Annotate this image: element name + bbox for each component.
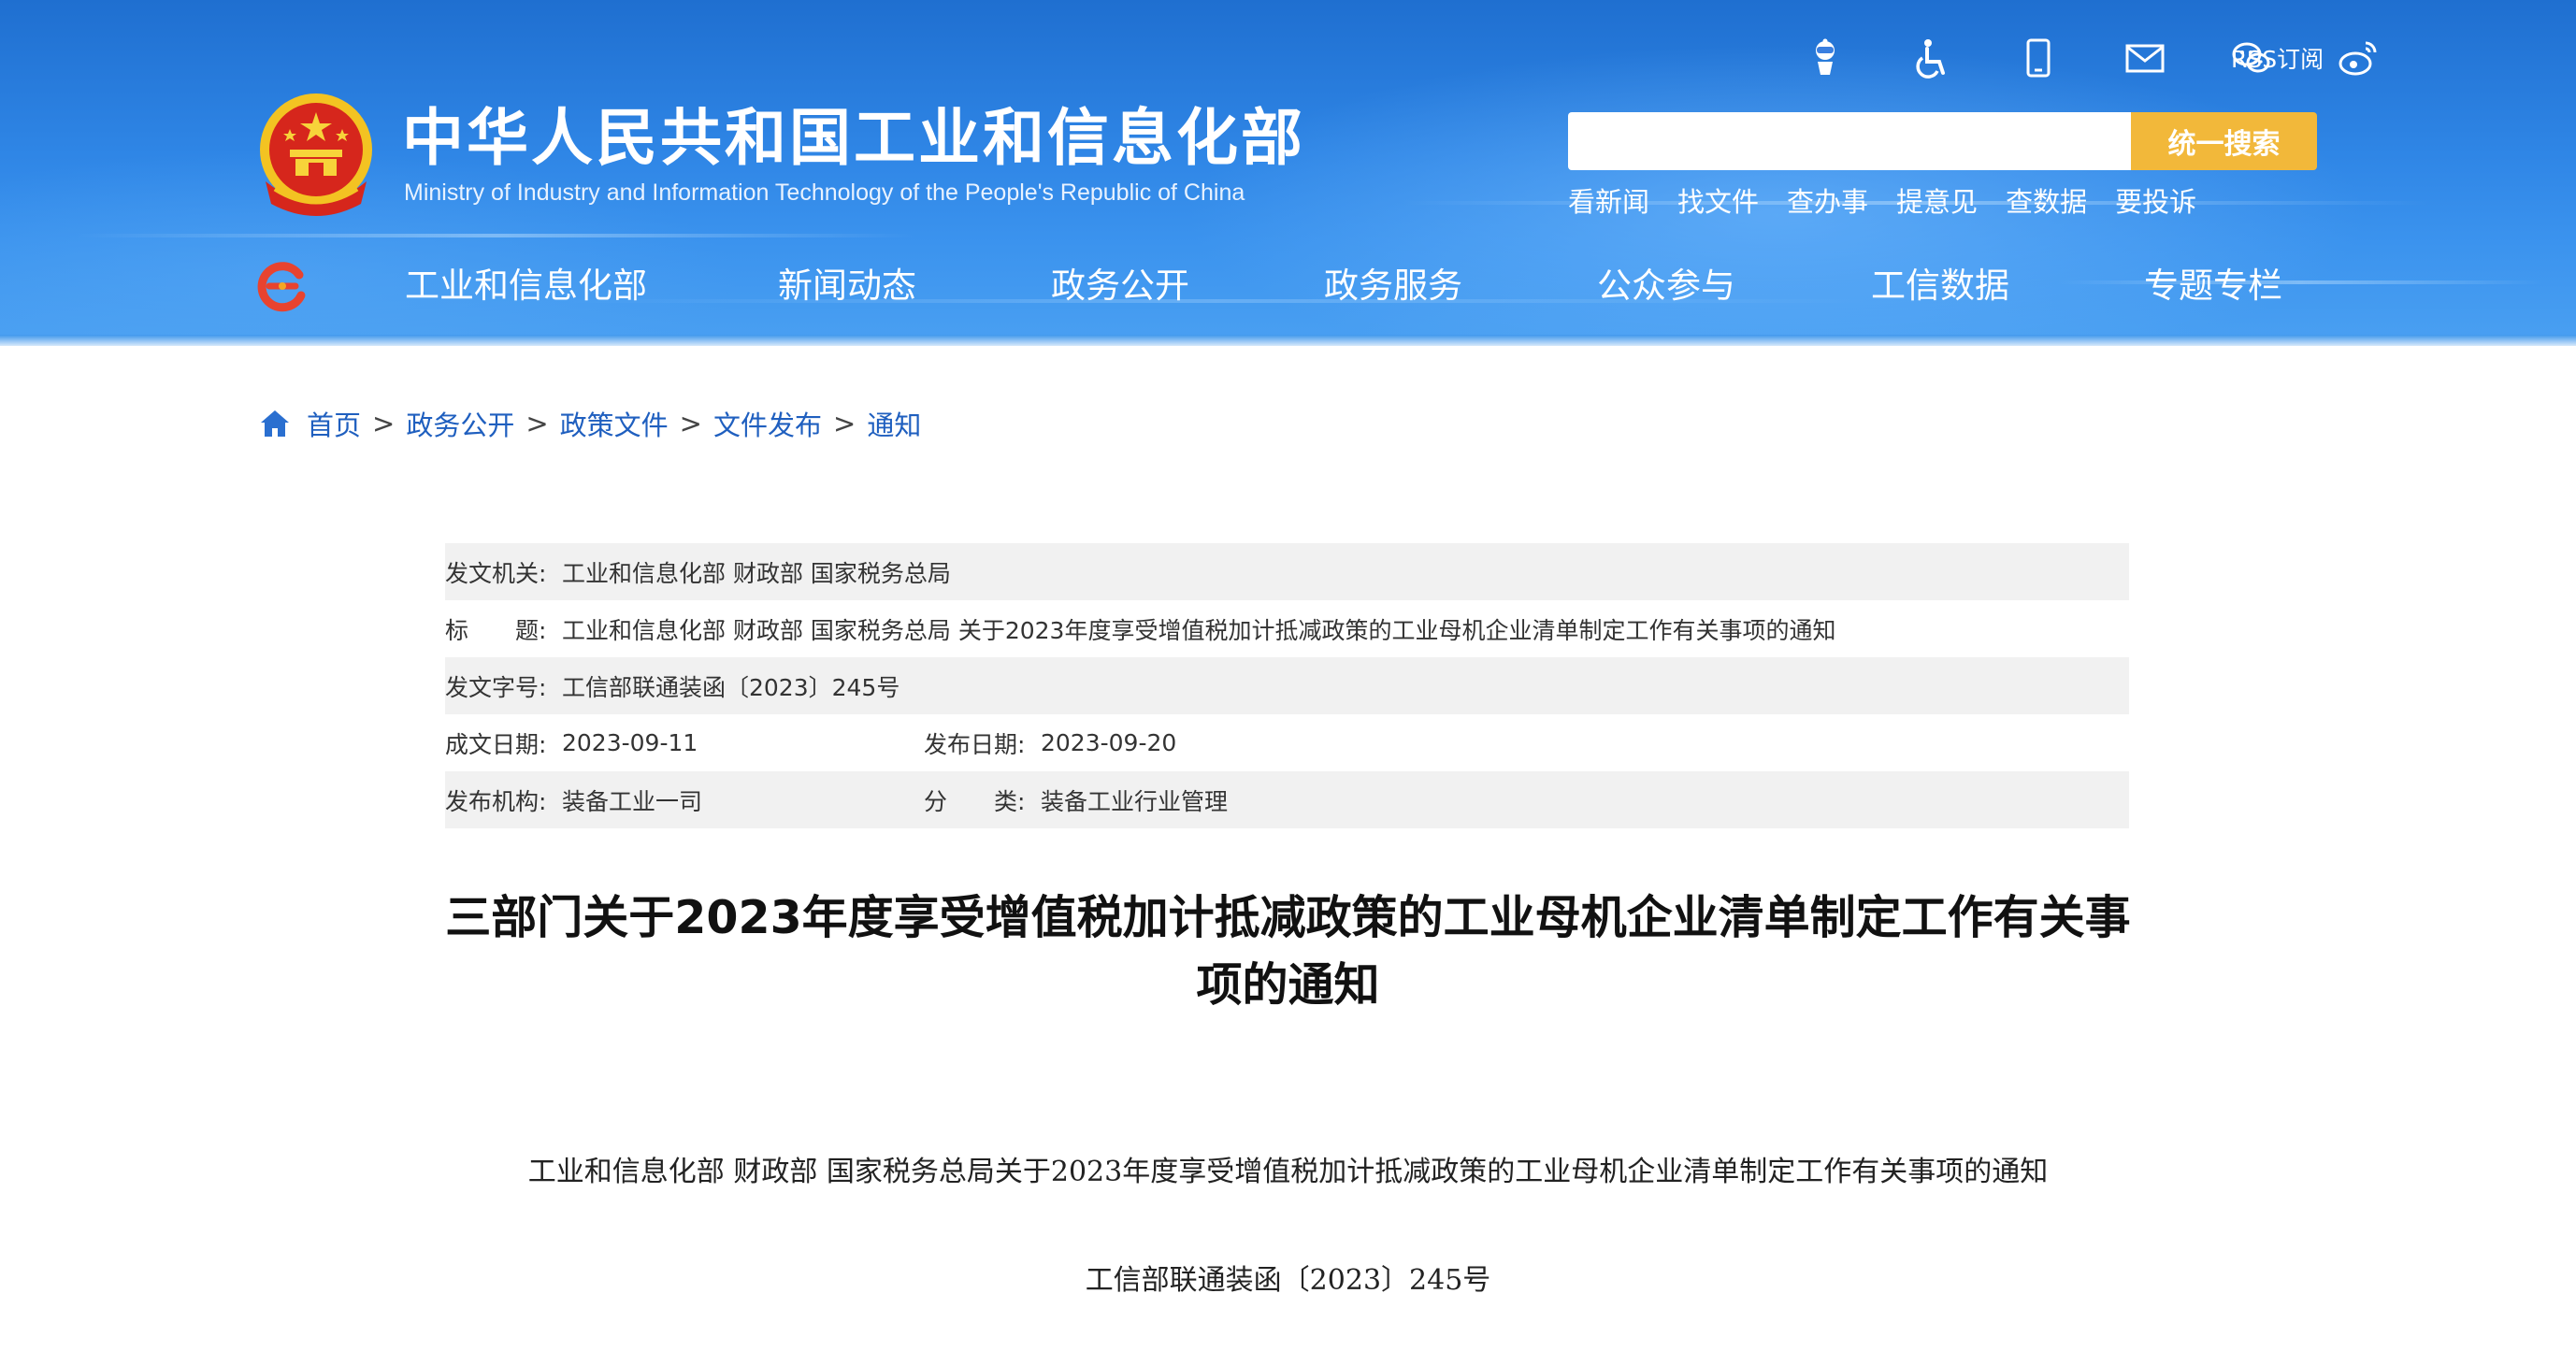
weibo-icon[interactable]: [2336, 36, 2381, 80]
article-doc-number: 工信部联通装函〔2023〕245号: [1085, 1264, 1491, 1297]
quick-link-services[interactable]: 查办事: [1787, 180, 1868, 220]
nav-item-news[interactable]: 新闻动态: [778, 260, 916, 312]
breadcrumb-policy-files[interactable]: 政策文件: [560, 404, 669, 443]
quick-link-data[interactable]: 查数据: [2006, 180, 2087, 220]
site-header: 中华人民共和国工业和信息化部 Ministry of Industry and …: [0, 0, 2576, 346]
breadcrumb-separator: >: [833, 408, 856, 439]
utility-icon-bar: [1803, 28, 2442, 88]
nav-item-data[interactable]: 工信数据: [1871, 260, 2009, 312]
info-row-issuer: 发文机关: 工业和信息化部 财政部 国家税务总局: [445, 543, 2129, 600]
home-icon[interactable]: [258, 407, 292, 440]
mail-icon[interactable]: [2123, 36, 2167, 80]
search-input[interactable]: [1568, 112, 2131, 170]
rss-subscribe-link[interactable]: RSS订阅: [2231, 41, 2324, 75]
doc-number-value: 工信部联通装函〔2023〕245号: [562, 673, 900, 701]
info-row-dates: 成文日期: 2023-09-11 发布日期: 2023-09-20: [445, 714, 2129, 771]
breadcrumb-file-release[interactable]: 文件发布: [713, 404, 822, 443]
nav-item-government-affairs[interactable]: 政务公开: [1051, 260, 1189, 312]
main-nav: 工业和信息化部 新闻动态 政务公开 政务服务 公众参与 工信数据 专题专栏: [0, 260, 2576, 312]
quick-links: 看新闻 找文件 查办事 提意见 查数据 要投诉: [1568, 180, 2224, 220]
issuer-value: 工业和信息化部 财政部 国家税务总局: [562, 559, 951, 587]
search-button[interactable]: 统一搜索: [2131, 112, 2317, 170]
title-value: 工业和信息化部 财政部 国家税务总局 关于2023年度享受增值税加计抵减政策的工…: [562, 616, 1836, 644]
header-bottom-band: [0, 335, 2576, 346]
breadcrumb-home[interactable]: 首页: [307, 404, 361, 443]
site-title[interactable]: 中华人民共和国工业和信息化部: [402, 101, 1305, 176]
info-row-title: 标 题: 工业和信息化部 财政部 国家税务总局 关于2023年度享受增值税加计抵…: [445, 600, 2129, 657]
nav-item-special-topics[interactable]: 专题专栏: [2144, 260, 2282, 312]
quick-link-files[interactable]: 找文件: [1677, 180, 1759, 220]
created-date-value: 2023-09-11: [562, 729, 698, 756]
published-date-label: 发布日期:: [924, 730, 1026, 758]
nav-item-services[interactable]: 政务服务: [1324, 260, 1462, 312]
nav-item-miit[interactable]: 工业和信息化部: [405, 260, 647, 312]
robot-assistant-icon[interactable]: [1803, 36, 1848, 80]
created-date-label: 成文日期:: [445, 730, 547, 758]
article-subtitle: 工业和信息化部 财政部 国家税务总局关于2023年度享受增值税加计抵减政策的工业…: [527, 1156, 2049, 1188]
site-subtitle-en: Ministry of Industry and Information Tec…: [404, 180, 1245, 206]
info-row-doc-number: 发文字号: 工信部联通装函〔2023〕245号: [445, 657, 2129, 714]
header-decoration: [75, 234, 916, 237]
breadcrumb: 首页 > 政务公开 > 政策文件 > 文件发布 > 通知: [258, 404, 921, 443]
issuer-label: 发文机关:: [445, 559, 547, 587]
article-title: 三部门关于2023年度享受增值税加计抵减政策的工业母机企业清单制定工作有关事项的…: [445, 891, 2131, 1012]
quick-link-feedback[interactable]: 提意见: [1896, 180, 1978, 220]
category-label: 分 类:: [924, 787, 1026, 815]
breadcrumb-separator: >: [525, 408, 549, 439]
breadcrumb-separator: >: [372, 408, 396, 439]
mobile-icon[interactable]: [2016, 36, 2061, 80]
info-row-org-category: 发布机构: 装备工业一司 分 类: 装备工业行业管理: [445, 771, 2129, 828]
doc-number-label: 发文字号:: [445, 673, 547, 701]
org-value: 装备工业一司: [562, 787, 703, 815]
org-label: 发布机构:: [445, 787, 547, 815]
nav-item-public-participation[interactable]: 公众参与: [1597, 260, 1735, 312]
accessibility-icon[interactable]: [1909, 36, 1954, 80]
breadcrumb-separator: >: [679, 408, 702, 439]
document-info-table: 发文机关: 工业和信息化部 财政部 国家税务总局 标 题: 工业和信息化部 财政…: [445, 543, 2129, 828]
national-emblem-logo[interactable]: [256, 92, 376, 219]
breadcrumb-notice[interactable]: 通知: [867, 404, 921, 443]
breadcrumb-government-affairs[interactable]: 政务公开: [406, 404, 514, 443]
quick-link-complaint[interactable]: 要投诉: [2115, 180, 2196, 220]
quick-link-news[interactable]: 看新闻: [1568, 180, 1649, 220]
title-label: 标 题:: [445, 616, 547, 644]
published-date-value: 2023-09-20: [1041, 729, 1177, 756]
category-value: 装备工业行业管理: [1041, 787, 1229, 815]
